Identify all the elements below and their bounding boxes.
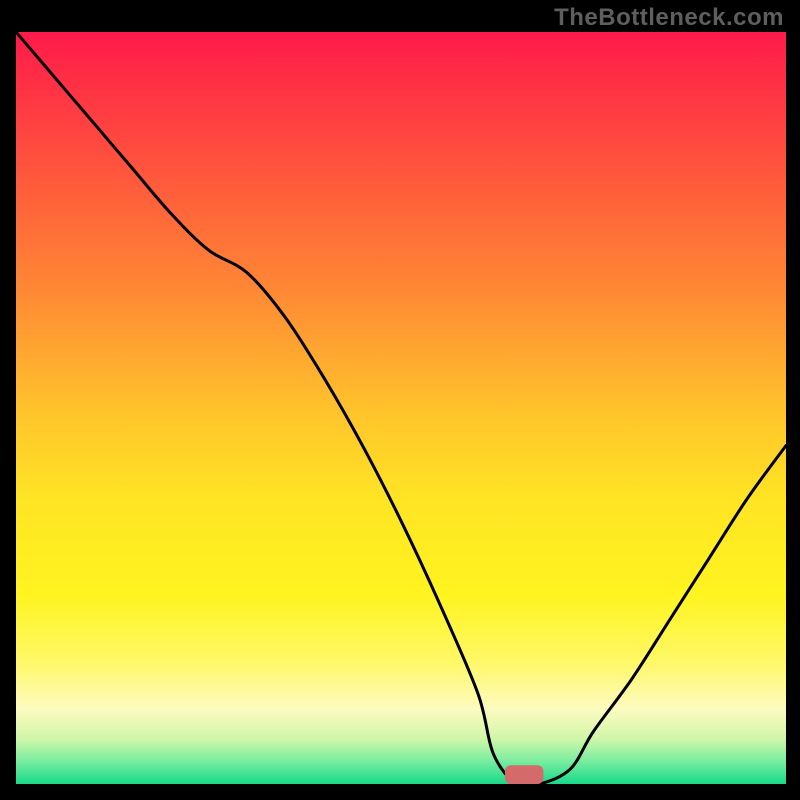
chart-plot-area xyxy=(16,32,786,784)
minimum-marker xyxy=(505,765,544,784)
chart-svg xyxy=(16,32,786,784)
gradient-background xyxy=(16,32,786,784)
watermark-text: TheBottleneck.com xyxy=(554,4,784,32)
chart-container: TheBottleneck.com xyxy=(0,0,800,800)
